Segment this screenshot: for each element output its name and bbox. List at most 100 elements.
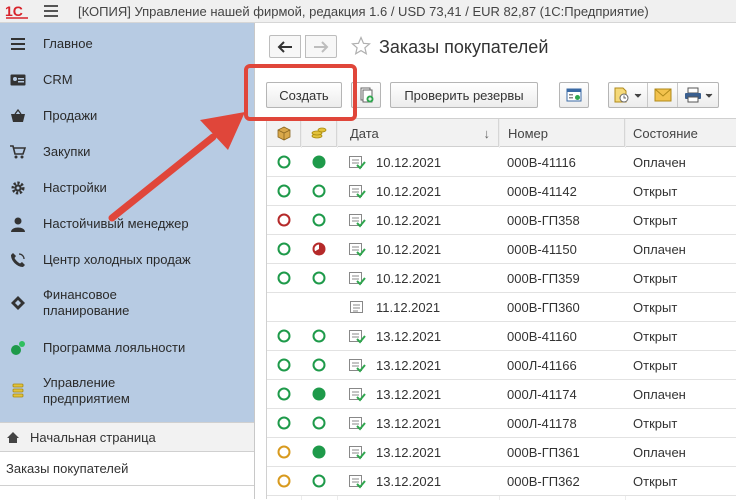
table-row[interactable]: 13.12.2021 000Л-41174 Оплачен xyxy=(267,380,736,409)
document-status-button[interactable] xyxy=(609,83,647,107)
email-button[interactable] xyxy=(648,83,678,107)
sidebar-item-settings[interactable]: Настройки xyxy=(0,177,254,199)
document-posted-icon xyxy=(349,358,366,372)
sidebar-item-loyalty[interactable]: Программа лояльности xyxy=(0,337,254,359)
shipment-status-cell xyxy=(275,235,293,263)
print-button[interactable] xyxy=(678,83,718,107)
main-menu-icon[interactable] xyxy=(44,0,64,23)
table-row[interactable]: 13.12.2021 000Л-41166 Открыт xyxy=(267,351,736,380)
shipment-status-icon xyxy=(277,213,291,227)
favorite-star-icon[interactable] xyxy=(351,35,371,56)
sidebar-item-persistent-manager[interactable]: Настойчивый менеджер xyxy=(0,213,254,235)
date-cell: 13.12.2021 xyxy=(376,328,442,344)
payment-status-cell xyxy=(310,438,328,466)
orders-table: Дата ↓ Номер Состояние 10.12.2021 000В-41… xyxy=(266,118,736,500)
shipment-status-cell xyxy=(275,206,293,234)
date-cell: 13.12.2021 xyxy=(376,473,442,489)
status-cell: Оплачен xyxy=(633,444,686,460)
table-row[interactable]: 13.12.2021 000В-ГП361 Оплачен xyxy=(267,438,736,467)
sidebar-item-enterprise-management[interactable]: Управление предприятием xyxy=(0,373,254,409)
coins-icon xyxy=(311,127,326,139)
open-window-tab[interactable]: Заказы покупателей xyxy=(0,452,254,486)
payment-status-icon xyxy=(312,242,326,256)
hamburger-list-icon xyxy=(9,35,27,53)
date-cell: 10.12.2021 xyxy=(376,270,442,286)
sort-descending-indicator: ↓ xyxy=(483,125,491,141)
table-row[interactable]: 13.12.2021 000В-ГП362 Открыт xyxy=(267,467,736,496)
back-button[interactable] xyxy=(269,35,301,58)
column-payment-status[interactable] xyxy=(301,119,337,147)
create-button-highlight xyxy=(244,64,357,121)
report-form-icon xyxy=(566,88,582,102)
payment-status-icon xyxy=(312,416,326,430)
sidebar-item-crm[interactable]: CRM xyxy=(0,69,254,91)
check-reserves-button[interactable]: Проверить резервы xyxy=(390,82,538,108)
column-number[interactable]: Номер xyxy=(499,119,625,147)
payment-status-icon xyxy=(312,445,326,459)
table-row[interactable]: 10.12.2021 000В-41150 Оплачен xyxy=(267,235,736,264)
home-icon xyxy=(6,431,20,444)
document-icon xyxy=(350,301,363,313)
document-type-cell xyxy=(347,467,367,495)
sidebar-item-label-line2: предприятием xyxy=(43,391,130,406)
number-cell: 000В-ГП359 xyxy=(507,270,580,286)
table-row[interactable]: 13.12.2021 000В-41160 Открыт xyxy=(267,322,736,351)
sidebar-item-financial-planning[interactable]: Финансовое планирование xyxy=(0,285,254,321)
sidebar-item-label: Настройки xyxy=(43,180,107,195)
shipment-status-icon xyxy=(277,445,291,459)
home-page-link[interactable]: Начальная страница xyxy=(0,422,254,452)
payment-status-cell xyxy=(310,206,328,234)
gear-icon xyxy=(9,179,27,197)
document-posted-icon xyxy=(349,155,366,169)
payment-status-icon xyxy=(312,474,326,488)
sidebar-item-cold-sales[interactable]: Центр холодных продаж xyxy=(0,249,254,271)
title-bar: 1С [КОПИЯ] Управление нашей фирмой, реда… xyxy=(0,0,736,23)
table-row[interactable]: 10.12.2021 000В-41142 Открыт xyxy=(267,177,736,206)
payment-status-cell xyxy=(310,409,328,437)
date-cell: 13.12.2021 xyxy=(376,415,442,431)
phone-icon xyxy=(9,251,27,269)
sidebar-item-label-line1: Финансовое xyxy=(43,287,117,302)
report-button[interactable] xyxy=(559,82,589,108)
status-cell: Открыт xyxy=(633,183,678,199)
shipment-status-icon xyxy=(277,474,291,488)
sidebar-item-sales[interactable]: Продажи xyxy=(0,105,254,127)
chevron-down-icon xyxy=(634,93,642,98)
status-cell: Открыт xyxy=(633,473,678,489)
document-posted-icon xyxy=(349,474,366,488)
sidebar-item-label: Настойчивый менеджер xyxy=(43,216,189,231)
table-row[interactable]: 13.12.2021 000Л-41178 Открыт xyxy=(267,409,736,438)
payment-status-cell xyxy=(310,264,328,292)
payment-status-icon xyxy=(312,155,326,169)
document-posted-icon xyxy=(349,271,366,285)
table-row[interactable]: 10.12.2021 000В-41116 Оплачен xyxy=(267,148,736,177)
shipment-status-cell xyxy=(275,264,293,292)
toolbar-group xyxy=(608,82,719,108)
sidebar-item-label: CRM xyxy=(43,72,73,87)
shipment-status-icon xyxy=(277,387,291,401)
diamond-icon xyxy=(9,294,27,312)
table-row[interactable]: 11.12.2021 000В-ГП360 Открыт xyxy=(267,293,736,322)
column-shipment-status[interactable] xyxy=(267,119,301,147)
date-cell: 10.12.2021 xyxy=(376,212,442,228)
status-cell: Открыт xyxy=(633,212,678,228)
number-cell: 000В-41150 xyxy=(507,241,577,257)
payment-status-cell xyxy=(310,322,328,350)
document-type-cell xyxy=(347,177,367,205)
arrow-left-icon xyxy=(277,40,292,53)
number-cell: 000В-41116 xyxy=(507,154,576,170)
sidebar-item-purchases[interactable]: Закупки xyxy=(0,141,254,163)
forward-button[interactable] xyxy=(305,35,337,58)
document-posted-icon xyxy=(349,387,366,401)
document-type-cell xyxy=(347,409,367,437)
column-date-label: Дата xyxy=(350,125,379,141)
sidebar-item-main[interactable]: Главное xyxy=(0,33,254,55)
document-type-cell xyxy=(347,264,367,292)
column-date[interactable]: Дата ↓ xyxy=(337,119,499,147)
table-row[interactable]: 10.12.2021 000В-ГП359 Открыт xyxy=(267,264,736,293)
column-status[interactable]: Состояние xyxy=(625,119,736,147)
date-cell: 13.12.2021 xyxy=(376,357,442,373)
document-posted-icon xyxy=(349,184,366,198)
payment-status-icon xyxy=(312,184,326,198)
table-row[interactable]: 10.12.2021 000В-ГП358 Открыт xyxy=(267,206,736,235)
